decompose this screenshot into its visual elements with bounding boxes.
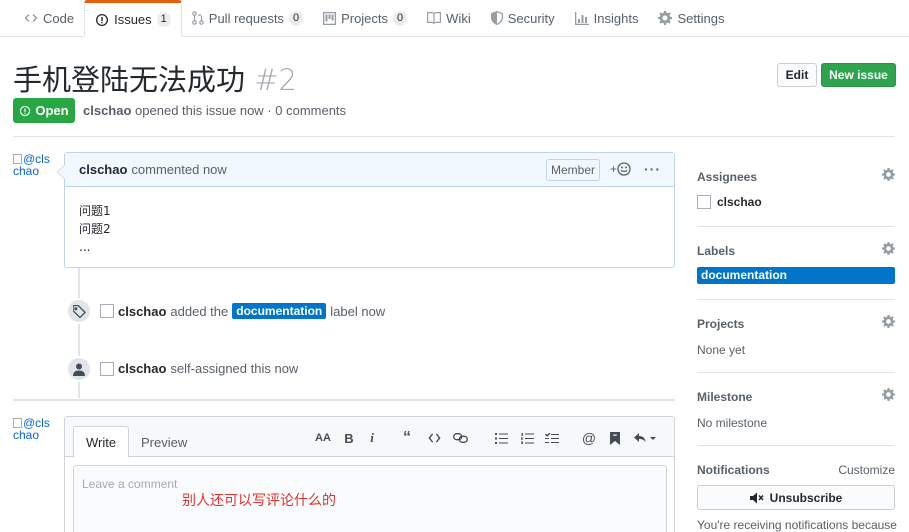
customize-link[interactable]: Customize [838,463,895,477]
avatar[interactable]: @clschao [13,153,51,177]
member-badge: Member [546,159,600,181]
tab-settings[interactable]: Settings [648,0,734,36]
documentation-label[interactable]: documentation [697,267,895,284]
tab-pull-requests[interactable]: Pull requests 0 [182,0,313,36]
documentation-label[interactable]: documentation [232,303,327,319]
task-list-icon[interactable] [544,431,560,445]
gear-icon[interactable] [882,168,895,181]
comment-tabs-toolbar: Write Preview AA B i “ @ [65,417,674,458]
sidebar-divider [697,299,895,300]
avatar[interactable] [100,304,114,318]
issues-counter: 1 [156,12,171,27]
projects-counter: 0 [393,10,408,26]
issue-title-text: 手机登陆无法成功 [13,63,246,97]
comment-textarea[interactable]: Leave a comment 别人还可以写评论什么的 [73,465,667,532]
gear-icon[interactable] [882,315,895,328]
italic-icon[interactable]: i [364,430,380,445]
mute-icon [749,492,765,504]
project-icon [323,11,337,25]
sidebar-milestone: Milestone No milestone [697,388,895,430]
gear-icon[interactable] [882,388,895,401]
reply-icon[interactable] [633,431,657,445]
issue-opened-icon [19,105,31,117]
issue-comment: clschao commented now Member + ··· 问题1 问… [57,152,675,268]
tab-preview[interactable]: Preview [129,426,199,458]
tab-code[interactable]: Code [14,0,84,36]
edit-button[interactable]: Edit [777,63,817,87]
actor-link[interactable]: clschao [118,304,166,319]
issue-state-badge: Open [13,98,75,123]
comment-header: clschao commented now Member + ··· [57,153,674,187]
smiley-icon [617,162,631,176]
quote-icon[interactable]: “ [399,429,415,446]
actor-link[interactable]: clschao [118,361,166,376]
text-size-icon[interactable]: AA [315,431,331,445]
tab-write[interactable]: Write [73,426,130,458]
comment-time[interactable]: commented now [131,162,226,177]
tab-insights[interactable]: Insights [565,0,649,36]
git-pull-request-icon [191,11,204,25]
avatar [697,195,711,209]
avatar[interactable] [100,361,114,376]
graph-icon [574,11,589,25]
kebab-horizontal-icon[interactable]: ··· [644,161,661,177]
sidebar-labels: Labels documentation [697,242,895,284]
pull-requests-counter: 0 [288,10,304,26]
timeline-assign-event: clschao self-assigned this now [100,361,298,376]
avatar[interactable]: @clschao [13,417,51,441]
issue-number: #2 [254,63,297,97]
repo-nav-tabs: Code Issues 1 Pull requests 0 Projects 0… [0,0,909,37]
add-reaction-button[interactable]: + [610,162,631,176]
unsubscribe-button[interactable]: Unsubscribe [697,485,895,510]
issue-title: 手机登陆无法成功 #2 [13,57,297,99]
assignee-item[interactable]: clschao [697,195,895,209]
gear-icon [658,11,673,25]
person-icon [66,356,92,382]
issue-opened-icon [95,13,109,27]
sidebar-divider [697,226,895,227]
code-icon [24,11,38,25]
sidebar-divider [697,445,895,446]
list-ordered-icon[interactable] [519,431,535,445]
annotation-text: 别人还可以写评论什么的 [182,493,336,509]
tab-issues[interactable]: Issues 1 [84,0,182,37]
mention-icon[interactable]: @ [581,430,597,446]
timeline-divider [13,399,675,401]
shield-icon [490,11,503,25]
gear-icon[interactable] [882,242,895,255]
link-icon[interactable] [452,431,468,445]
comment-author-link[interactable]: clschao [79,162,127,177]
bold-icon[interactable]: B [341,431,357,446]
issue-meta: clschao opened this issue now · 0 commen… [83,103,347,118]
comment-body: 问题1 问题2 ... [79,204,111,254]
new-comment-form: Write Preview AA B i “ @ Leave a comment… [64,416,675,532]
book-icon [427,12,442,24]
tab-projects[interactable]: Projects 0 [313,0,417,36]
comment-placeholder: Leave a comment [82,477,178,491]
list-unordered-icon[interactable] [493,431,509,445]
header-divider [13,136,895,137]
tag-icon [66,298,92,324]
bookmark-icon[interactable] [607,431,623,445]
sidebar-assignees: Assignees clschao [697,168,895,209]
sidebar-divider [697,372,895,373]
issue-author-link[interactable]: clschao [83,103,131,118]
tab-security[interactable]: Security [481,0,565,36]
timeline-label-event: clschao added the documentation label no… [100,303,385,319]
sidebar-notifications: Notifications Customize Unsubscribe You'… [697,463,897,532]
code-icon[interactable] [426,431,442,445]
tab-wiki[interactable]: Wiki [417,0,481,36]
sidebar-projects: Projects None yet [697,315,895,357]
new-issue-button[interactable]: New issue [821,63,896,87]
